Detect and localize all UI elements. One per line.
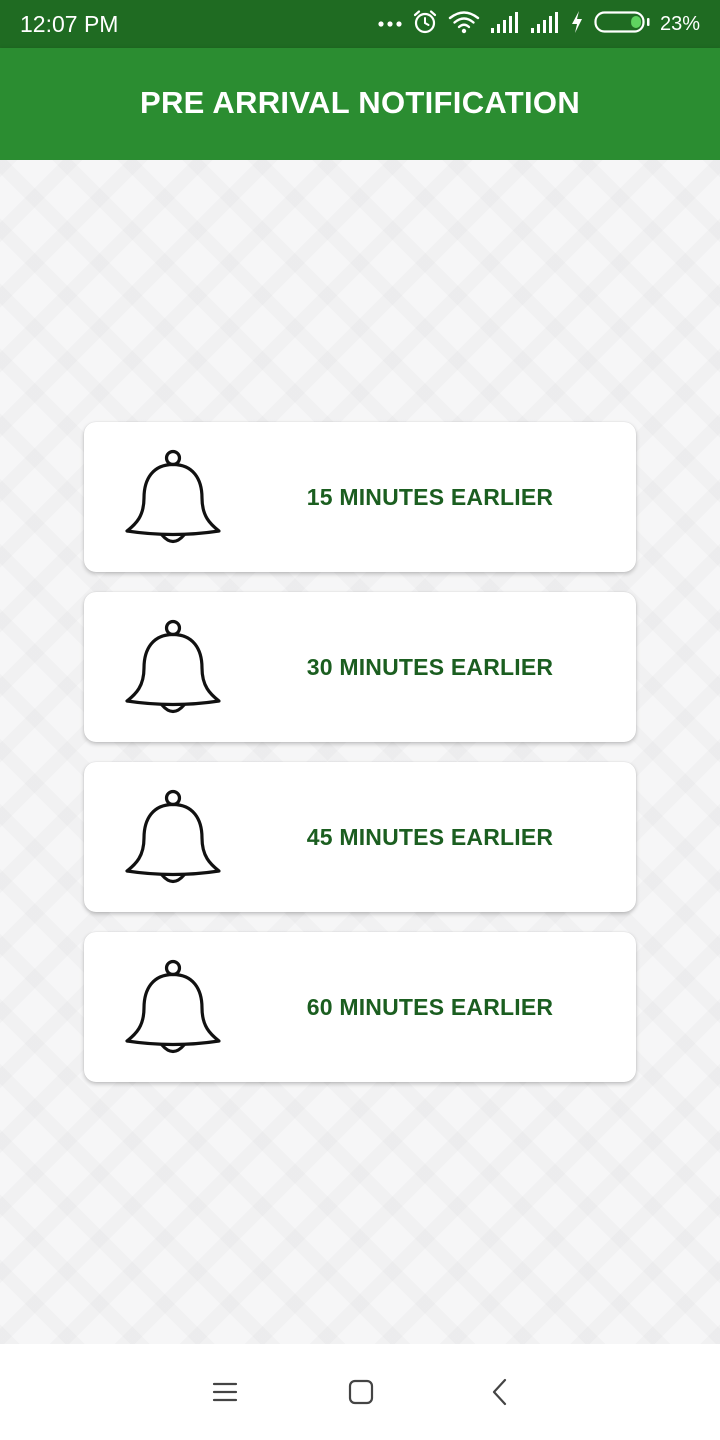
bell-icon bbox=[122, 786, 224, 888]
option-card-45-minutes[interactable]: 45 MINUTES EARLIER bbox=[84, 762, 636, 912]
page-title: PRE ARRIVAL NOTIFICATION bbox=[139, 85, 581, 120]
option-label: 15 MINUTES EARLIER bbox=[306, 483, 554, 510]
more-dots-icon bbox=[378, 15, 402, 33]
option-card-30-minutes[interactable]: 30 MINUTES EARLIER bbox=[84, 592, 636, 742]
signal-icon bbox=[530, 11, 560, 38]
option-card-15-minutes[interactable]: 15 MINUTES EARLIER bbox=[84, 422, 636, 572]
back-chevron-icon[interactable] bbox=[480, 1372, 520, 1412]
option-label: 45 MINUTES EARLIER bbox=[306, 823, 554, 850]
system-nav-bar bbox=[0, 1344, 720, 1440]
status-bar: 12:07 PM 23% bbox=[0, 0, 720, 48]
option-label: 60 MINUTES EARLIER bbox=[306, 993, 554, 1020]
option-card-60-minutes[interactable]: 60 MINUTES EARLIER bbox=[84, 932, 636, 1082]
app-bar: PRE ARRIVAL NOTIFICATION bbox=[0, 48, 720, 160]
bell-icon bbox=[122, 616, 224, 718]
bell-icon bbox=[122, 956, 224, 1058]
signal-icon bbox=[490, 11, 520, 38]
wifi-icon bbox=[448, 10, 480, 39]
home-square-icon[interactable] bbox=[341, 1372, 381, 1412]
charging-icon bbox=[570, 10, 584, 39]
menu-icon[interactable] bbox=[205, 1372, 245, 1412]
content-area bbox=[0, 160, 720, 1344]
battery-percent: 23% bbox=[659, 13, 700, 35]
bell-icon bbox=[122, 446, 224, 548]
status-icons: 23% bbox=[378, 8, 700, 40]
status-time: 12:07 PM bbox=[20, 11, 119, 37]
option-label: 30 MINUTES EARLIER bbox=[306, 653, 554, 680]
alarm-icon bbox=[412, 9, 438, 40]
battery-fill bbox=[631, 15, 641, 28]
battery-icon bbox=[594, 10, 650, 39]
